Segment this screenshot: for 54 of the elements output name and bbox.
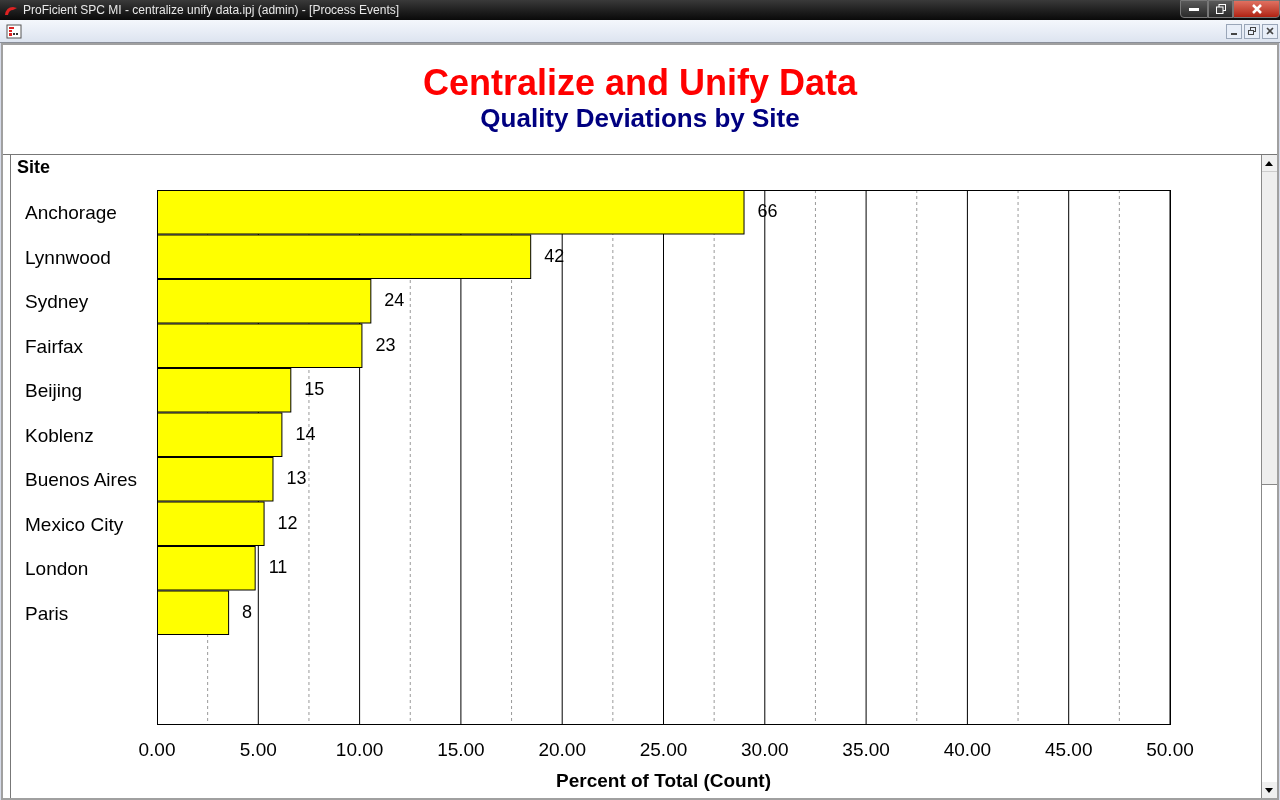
axis-tick-label: 0.00 xyxy=(138,739,176,760)
close-icon xyxy=(1250,4,1263,14)
category-label: Sydney xyxy=(24,291,89,313)
document-icon[interactable] xyxy=(6,23,22,39)
restore-icon xyxy=(1248,27,1256,35)
minimize-button[interactable] xyxy=(1226,23,1242,39)
category-label: Beijing xyxy=(24,380,82,402)
close-button[interactable] xyxy=(1262,23,1278,39)
axis-tick-label: 30.00 xyxy=(740,739,789,760)
down-arrow-icon xyxy=(1265,787,1274,793)
bar-value-label: 13 xyxy=(286,468,307,489)
restore-icon xyxy=(1215,4,1226,14)
scrollbar-thumb[interactable] xyxy=(1261,171,1277,485)
bar-value-label: 12 xyxy=(277,512,298,533)
category-label: Koblenz xyxy=(24,424,94,446)
axis-tick-label: 40.00 xyxy=(943,739,991,760)
minimize-icon xyxy=(1189,7,1199,11)
minimize-button[interactable] xyxy=(1180,0,1208,18)
axis-tick-label: 15.00 xyxy=(436,739,485,760)
axis-title: Site xyxy=(16,157,50,177)
restore-button[interactable] xyxy=(1208,0,1233,18)
axis-tick-label: 5.00 xyxy=(239,739,277,760)
report-subtitle: Quality Deviations by Site xyxy=(480,102,800,133)
category-label: Fairfax xyxy=(24,335,83,357)
bar-value-label: 23 xyxy=(375,334,396,355)
close-icon xyxy=(1266,27,1274,35)
window-title: ProFicient SPC MI - centralize unify data.ipj (admin) - [Process Events] xyxy=(23,2,400,19)
app-logo-icon xyxy=(4,4,18,16)
bar-value-label: 24 xyxy=(384,290,405,311)
axis-title: Percent of Total (Count) xyxy=(555,770,771,791)
up-arrow-icon xyxy=(1265,160,1274,166)
axis-tick-label: 45.00 xyxy=(1044,739,1093,760)
bar-value-label: 15 xyxy=(304,379,325,400)
category-label: Mexico City xyxy=(24,513,123,535)
bar-value-label: 11 xyxy=(268,557,288,578)
axis-tick-label: 20.00 xyxy=(538,739,586,760)
scroll-up-button[interactable] xyxy=(1261,155,1277,171)
axis-tick-label: 35.00 xyxy=(842,739,890,760)
category-label: Anchorage xyxy=(24,202,117,224)
category-label: Lynnwood xyxy=(24,246,111,268)
category-label: London xyxy=(24,558,89,580)
scroll-down-button[interactable] xyxy=(1261,782,1277,798)
bar-value-label: 8 xyxy=(241,601,252,622)
report-title: Centralize and Unify Data xyxy=(422,62,858,103)
category-label: Buenos Aires xyxy=(24,469,137,491)
axis-tick-label: 25.00 xyxy=(639,739,687,760)
axis-tick-label: 50.00 xyxy=(1145,739,1194,760)
close-button[interactable] xyxy=(1233,0,1280,18)
vertical-scrollbar[interactable] xyxy=(1260,155,1277,798)
restore-button[interactable] xyxy=(1244,23,1260,39)
minimize-icon xyxy=(1231,32,1237,35)
category-label: Paris xyxy=(24,602,68,624)
bar-value-label: 14 xyxy=(295,423,316,444)
axis-tick-label: 10.00 xyxy=(335,739,384,760)
